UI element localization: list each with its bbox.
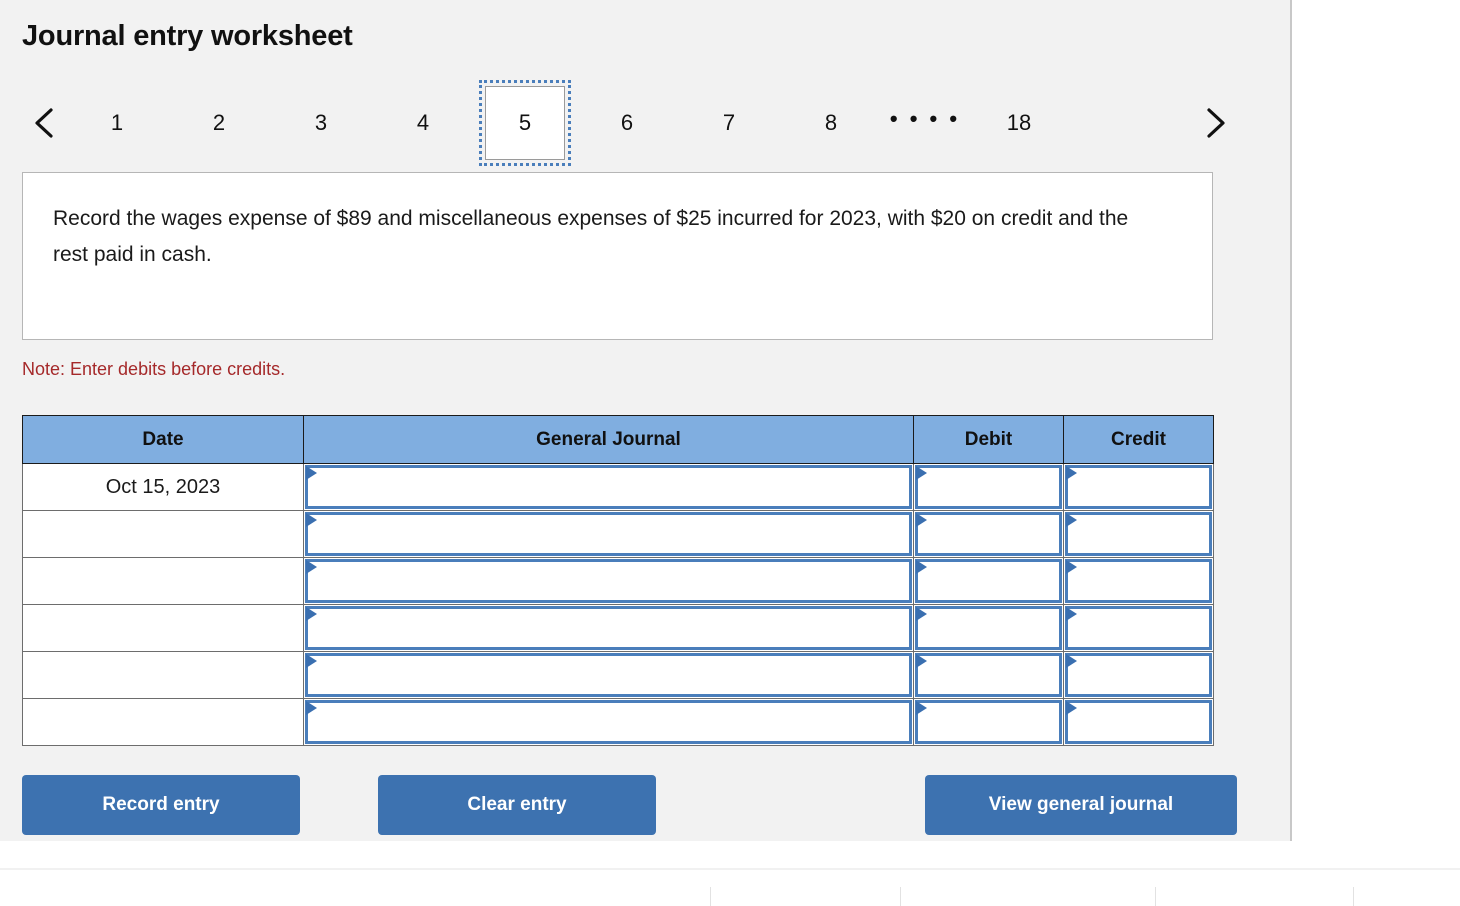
dropdown-caret-icon xyxy=(916,560,927,574)
general-journal-input[interactable] xyxy=(303,463,914,511)
dropdown-caret-icon xyxy=(306,513,317,527)
table-row xyxy=(22,651,1214,699)
pagination-page-3[interactable]: 3 xyxy=(270,86,372,160)
chevron-left-icon[interactable] xyxy=(22,86,66,160)
pagination-selected-label: 5 xyxy=(479,80,571,166)
record-entry-button[interactable]: Record entry xyxy=(22,775,300,835)
debits-before-credits-note: Note: Enter debits before credits. xyxy=(22,359,286,379)
credit-input[interactable] xyxy=(1063,510,1214,558)
dropdown-caret-icon xyxy=(1066,654,1077,668)
page-footer-area xyxy=(0,841,1460,906)
credit-input[interactable] xyxy=(1063,698,1214,746)
pagination-ellipsis: • • • • xyxy=(889,106,961,131)
footer-column-divider xyxy=(1155,887,1156,906)
pagination-page-2[interactable]: 2 xyxy=(168,86,270,160)
debit-input[interactable] xyxy=(913,604,1064,652)
dropdown-caret-icon xyxy=(1066,560,1077,574)
credit-input[interactable] xyxy=(1063,651,1214,699)
clear-entry-button[interactable]: Clear entry xyxy=(378,775,656,835)
credit-input[interactable] xyxy=(1063,604,1214,652)
dropdown-caret-icon xyxy=(306,466,317,480)
journal-entry-table: Date General Journal Debit Credit Oct 15… xyxy=(22,415,1214,746)
debit-input[interactable] xyxy=(913,463,1064,511)
debit-input[interactable] xyxy=(913,510,1064,558)
date-cell[interactable] xyxy=(22,698,304,746)
table-row xyxy=(22,604,1214,652)
table-row xyxy=(22,698,1214,746)
footer-column-divider xyxy=(710,887,711,906)
general-journal-input[interactable] xyxy=(303,651,914,699)
dropdown-caret-icon xyxy=(1066,701,1077,715)
worksheet-panel: Journal entry worksheet 1 2 3 4 5 6 7 8 … xyxy=(0,0,1292,841)
pagination-page-7[interactable]: 7 xyxy=(678,86,780,160)
table-row: Oct 15, 2023 xyxy=(22,463,1214,511)
footer-column-divider xyxy=(900,887,901,906)
pagination-page-5-selected[interactable]: 5 xyxy=(474,80,576,166)
view-general-journal-button[interactable]: View general journal xyxy=(925,775,1237,835)
pagination-page-8[interactable]: 8 xyxy=(780,86,882,160)
footer-divider xyxy=(0,868,1460,870)
debit-input[interactable] xyxy=(913,698,1064,746)
dropdown-caret-icon xyxy=(306,654,317,668)
pagination-page-6[interactable]: 6 xyxy=(576,86,678,160)
general-journal-input[interactable] xyxy=(303,698,914,746)
column-header-date: Date xyxy=(22,415,304,464)
question-text: Record the wages expense of $89 and misc… xyxy=(53,207,1129,266)
pagination-page-1[interactable]: 1 xyxy=(66,86,168,160)
date-cell[interactable]: Oct 15, 2023 xyxy=(22,463,304,511)
credit-input[interactable] xyxy=(1063,557,1214,605)
column-header-credit: Credit xyxy=(1063,415,1214,464)
page-title: Journal entry worksheet xyxy=(22,20,353,52)
date-cell[interactable] xyxy=(22,651,304,699)
dropdown-caret-icon xyxy=(306,607,317,621)
dropdown-caret-icon xyxy=(1066,513,1077,527)
worksheet-pagination: 1 2 3 4 5 6 7 8 • • • • 18 xyxy=(22,80,1237,166)
dropdown-caret-icon xyxy=(916,607,927,621)
column-header-general-journal: General Journal xyxy=(303,415,914,464)
table-row xyxy=(22,557,1214,605)
table-row xyxy=(22,510,1214,558)
credit-input[interactable] xyxy=(1063,463,1214,511)
debit-input[interactable] xyxy=(913,557,1064,605)
column-header-debit: Debit xyxy=(913,415,1064,464)
dropdown-caret-icon xyxy=(916,701,927,715)
question-box: Record the wages expense of $89 and misc… xyxy=(22,172,1213,340)
footer-column-divider xyxy=(1353,887,1354,906)
dropdown-caret-icon xyxy=(1066,466,1077,480)
dropdown-caret-icon xyxy=(916,466,927,480)
dropdown-caret-icon xyxy=(1066,607,1077,621)
dropdown-caret-icon xyxy=(306,560,317,574)
chevron-right-icon[interactable] xyxy=(1193,86,1237,160)
pagination-page-4[interactable]: 4 xyxy=(372,86,474,160)
date-cell[interactable] xyxy=(22,557,304,605)
debit-input[interactable] xyxy=(913,651,1064,699)
journal-entry-worksheet-screen: Journal entry worksheet 1 2 3 4 5 6 7 8 … xyxy=(0,0,1460,906)
date-cell[interactable] xyxy=(22,604,304,652)
general-journal-input[interactable] xyxy=(303,557,914,605)
dropdown-caret-icon xyxy=(306,701,317,715)
dropdown-caret-icon xyxy=(916,513,927,527)
pagination-page-18[interactable]: 18 xyxy=(968,86,1070,160)
general-journal-input[interactable] xyxy=(303,510,914,558)
dropdown-caret-icon xyxy=(916,654,927,668)
general-journal-input[interactable] xyxy=(303,604,914,652)
table-header-row: Date General Journal Debit Credit xyxy=(22,415,1214,464)
date-cell[interactable] xyxy=(22,510,304,558)
